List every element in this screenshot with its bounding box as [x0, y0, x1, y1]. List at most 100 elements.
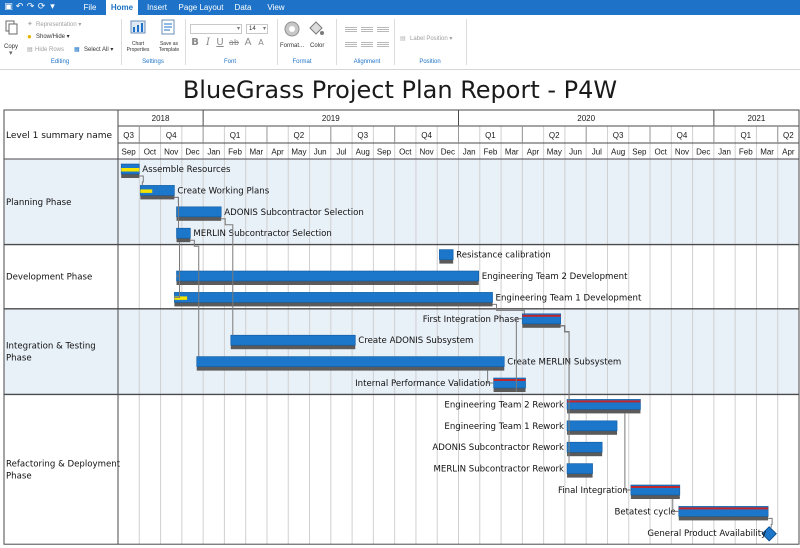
- quarter-label: Q2: [783, 131, 794, 140]
- task-bar: [566, 463, 593, 474]
- task-bar-shadow: [522, 323, 561, 328]
- month-label: Oct: [144, 148, 157, 157]
- month-label: Nov: [419, 148, 433, 157]
- phase-label: Planning Phase: [6, 198, 71, 208]
- task-bar-shadow: [567, 473, 593, 478]
- task-bar-shadow: [678, 516, 769, 521]
- month-label: Dec: [185, 148, 199, 157]
- month-label: Nov: [164, 148, 178, 157]
- month-label: Oct: [654, 148, 667, 157]
- quarter-label: Q4: [166, 131, 177, 140]
- month-label: Nov: [675, 148, 689, 157]
- task-label: Create MERLIN Subsystem: [507, 358, 621, 368]
- gantt-chart: 2018 2019 2020 2021 Q3 Q4 Q1 Q2 Q3 Q4 Q1 Q2 Q3 Q4 Q1 Q2…: [3, 109, 800, 545]
- month-label: Feb: [484, 148, 498, 157]
- task-bar-shadow: [176, 216, 222, 221]
- month-label: Dec: [441, 148, 455, 157]
- task-progress-bar: [493, 379, 526, 381]
- month-label: Jun: [569, 148, 582, 157]
- month-label: Sep: [122, 148, 137, 157]
- year-label: 2018: [152, 114, 170, 123]
- task-bar-shadow: [567, 430, 618, 435]
- quarter-label: Q4: [421, 131, 432, 140]
- month-label: Oct: [399, 148, 412, 157]
- month-label: Jan: [207, 148, 220, 157]
- task-bar: [176, 206, 222, 218]
- year-label: 2020: [577, 114, 595, 123]
- task-bar-shadow: [196, 366, 505, 371]
- month-label: Aug: [356, 148, 370, 157]
- month-label: Jan: [463, 148, 476, 157]
- task-bar: [176, 227, 191, 239]
- quarter-label: Q1: [740, 131, 751, 140]
- task-bar: [196, 356, 505, 367]
- task-label: Final Integration: [558, 486, 628, 496]
- year-label: 2021: [748, 114, 766, 123]
- task-bar: [566, 441, 603, 453]
- task-bar-shadow: [439, 259, 454, 264]
- quarter-label: Q2: [294, 131, 305, 140]
- quarter-label: Q3: [613, 131, 624, 140]
- month-label: Sep: [632, 148, 647, 157]
- month-label: Apr: [271, 148, 284, 157]
- task-bar-shadow: [174, 302, 493, 307]
- task-label: ADONIS Subcontractor Selection: [224, 208, 364, 218]
- month-label: Apr: [527, 148, 540, 157]
- month-label: Sep: [377, 148, 392, 157]
- quarter-label: Q3: [357, 131, 368, 140]
- task-bar-shadow: [630, 495, 680, 499]
- quarter-label: Q1: [485, 131, 496, 140]
- task-bar-shadow: [493, 388, 526, 392]
- column-header-label: Level 1 summary name: [6, 131, 113, 141]
- task-label: Engineering Team 1 Rework: [444, 422, 564, 432]
- task-bar: [439, 249, 454, 260]
- month-label: Jan: [718, 148, 731, 157]
- task-bar-shadow: [567, 452, 603, 457]
- task-bar: [566, 420, 618, 432]
- task-bar: [174, 292, 493, 303]
- task-bar: [230, 334, 356, 346]
- month-label: Jun: [314, 148, 327, 157]
- month-label: Feb: [739, 148, 753, 157]
- task-bar-shadow: [176, 238, 191, 243]
- task-progress-bar: [567, 400, 641, 403]
- task-bar-shadow: [121, 174, 140, 178]
- task-progress-bar: [522, 314, 561, 317]
- task-label: MERLIN Subcontractor Rework: [433, 465, 564, 475]
- task-label: Engineering Team 2 Development: [482, 272, 628, 282]
- phase-label: Development Phase: [6, 273, 92, 283]
- phase-band: [4, 394, 799, 545]
- month-label: Jul: [336, 148, 346, 157]
- task-label: Create Working Plans: [177, 186, 269, 196]
- task-bar-shadow: [230, 345, 356, 350]
- task-label: First Integration Phase: [423, 315, 520, 325]
- month-label: Mar: [249, 148, 263, 157]
- task-label: ADONIS Subcontractor Rework: [432, 443, 564, 453]
- month-label: May: [547, 148, 562, 157]
- task-progress-bar: [678, 507, 769, 510]
- month-label: Aug: [611, 148, 625, 157]
- task-label: Betatest cycle: [614, 507, 675, 517]
- quarter-label: Q1: [230, 131, 241, 140]
- task-label: Engineering Team 2 Rework: [444, 400, 564, 410]
- quarter-label: Q2: [549, 131, 560, 140]
- quarter-label: Q4: [677, 131, 688, 140]
- task-label: Internal Performance Validation: [355, 379, 490, 389]
- task-bar-shadow: [140, 195, 175, 200]
- month-label: Dec: [696, 148, 710, 157]
- task-bar-shadow: [176, 281, 479, 285]
- quarter-label: Q3: [123, 131, 134, 140]
- month-label: Mar: [760, 148, 774, 157]
- month-label: Mar: [505, 148, 519, 157]
- month-label: May: [291, 148, 306, 157]
- task-label: Engineering Team 1 Development: [496, 293, 642, 303]
- task-label: MERLIN Subcontractor Selection: [193, 229, 331, 239]
- task-label: Assemble Resources: [142, 165, 231, 175]
- month-label: Apr: [782, 148, 795, 157]
- task-bar: [176, 270, 480, 282]
- year-label: 2019: [322, 114, 340, 123]
- task-progress-bar: [140, 189, 153, 193]
- task-progress-bar: [630, 486, 680, 488]
- app-window: ▣ ↶ ↷ ⟳ ▾ File Home Insert Page Layout D…: [0, 0, 800, 548]
- task-progress-bar: [121, 168, 140, 172]
